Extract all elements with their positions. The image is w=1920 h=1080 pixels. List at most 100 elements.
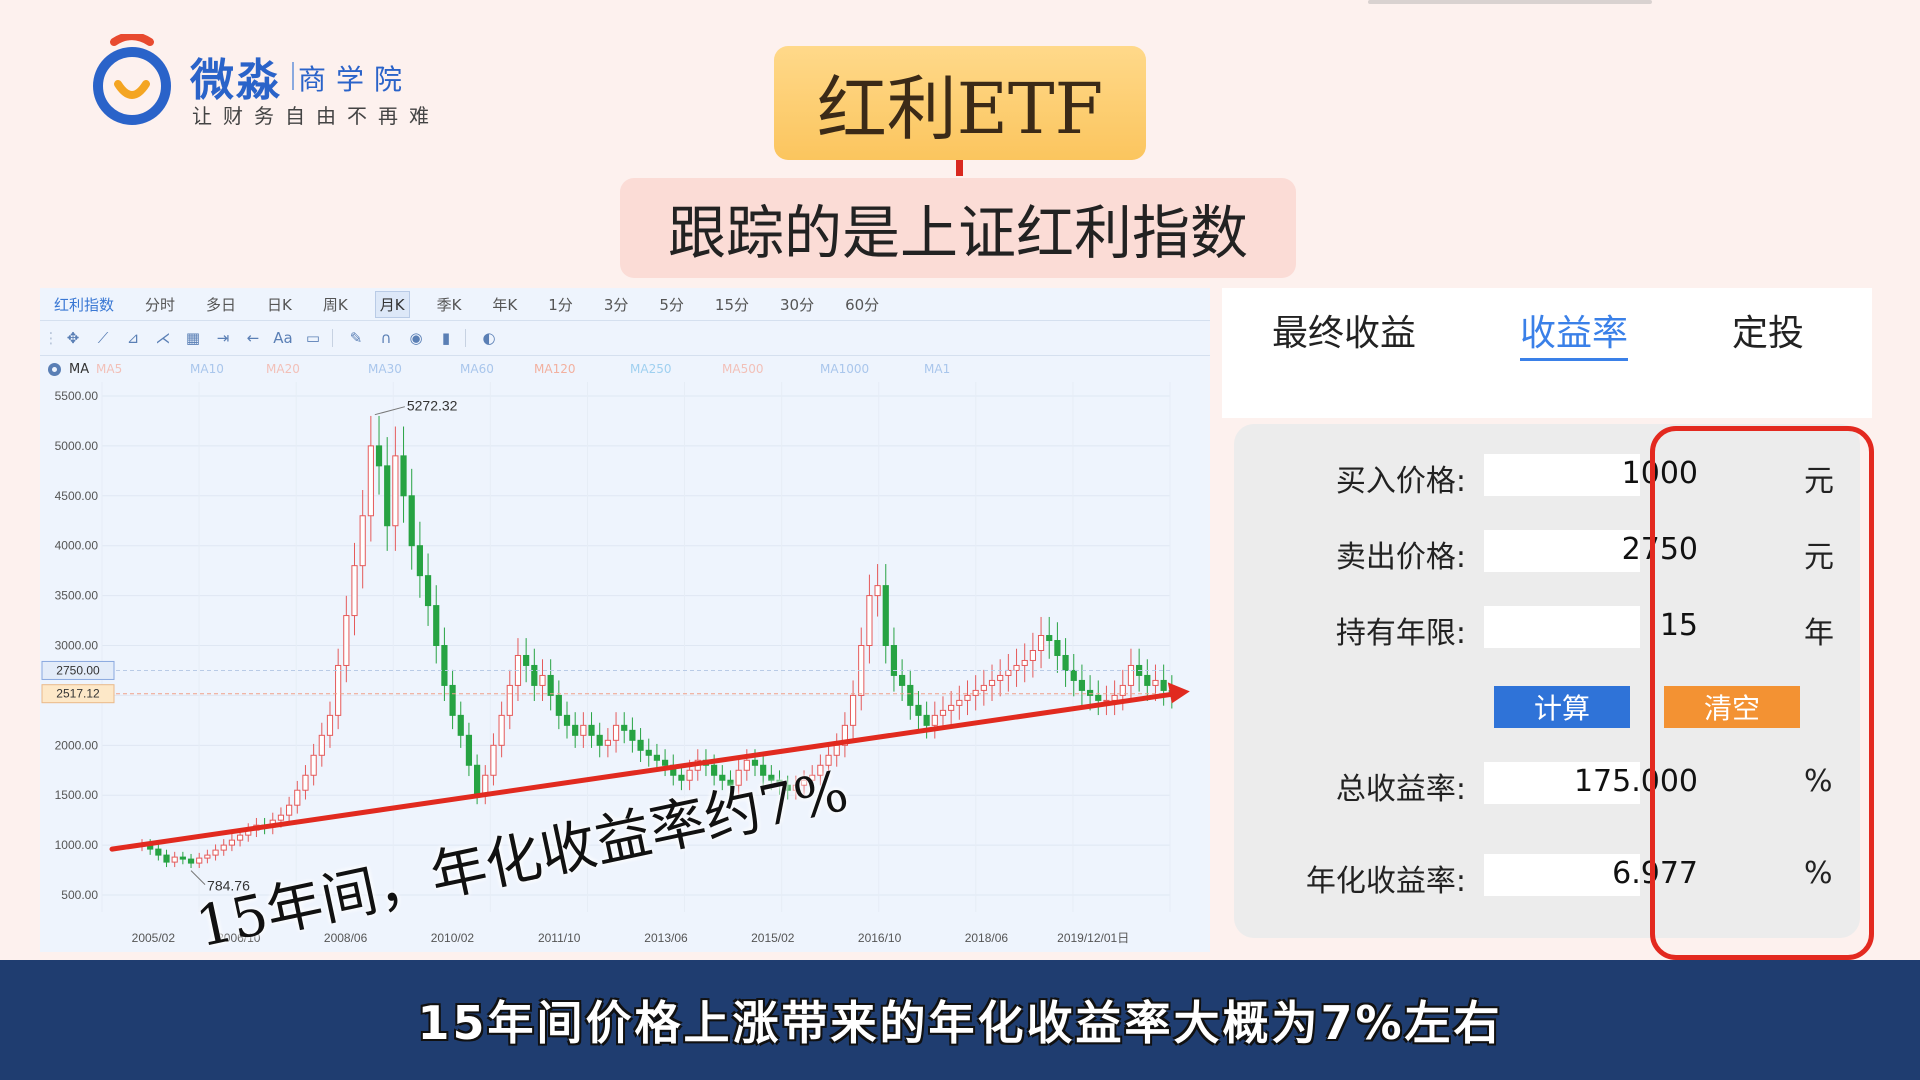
ma-item[interactable]: MA1 xyxy=(924,362,950,376)
candle-body xyxy=(539,674,546,686)
tab-return-rate[interactable]: 收益率 xyxy=(1520,304,1629,361)
candle-body xyxy=(286,804,293,816)
price-marker-label: 2517.12 xyxy=(56,687,100,701)
candle-body xyxy=(318,734,325,756)
candle-body xyxy=(866,595,873,647)
candle-body xyxy=(310,754,317,776)
candle-body xyxy=(661,759,669,766)
chart-tab[interactable]: 1分 xyxy=(544,292,577,317)
candle-body xyxy=(335,664,342,716)
title-text: 红利ETF xyxy=(816,67,1104,150)
toolbar-separator xyxy=(465,329,466,347)
chart-tab[interactable]: 年K xyxy=(488,292,521,317)
ma-item[interactable]: MA250 xyxy=(630,362,671,376)
price-marker-label: 2750.00 xyxy=(56,663,100,677)
chart-tab[interactable]: 60分 xyxy=(841,292,883,317)
comment-icon[interactable]: ▭ xyxy=(300,327,326,349)
text-tool-icon[interactable]: Aa xyxy=(270,327,296,349)
y-tick-label: 1000.00 xyxy=(55,838,99,852)
candle-body xyxy=(1070,669,1077,681)
logo-slogan: 让财务自由不再难 xyxy=(192,104,440,128)
candle-body xyxy=(964,694,971,701)
subtitle-box: 跟踪的是上证红利指数 xyxy=(620,178,1296,278)
trash-icon[interactable]: ▮ xyxy=(433,327,459,349)
candle-body xyxy=(972,689,979,696)
fib-tool-icon[interactable]: ▦ xyxy=(180,327,206,349)
holding-years-label: 持有年限: xyxy=(1335,616,1466,651)
ma-label: MA xyxy=(69,361,90,377)
candle-body xyxy=(474,764,481,796)
top-sliver xyxy=(1368,0,1652,4)
caption-bar: 15年间价格上涨带来的年化收益率大概为7%左右 xyxy=(0,960,1920,1080)
candle-body xyxy=(171,856,178,863)
chart-tab[interactable]: 周K xyxy=(319,292,352,317)
candle-body xyxy=(212,849,219,856)
magnet-icon[interactable]: ∩ xyxy=(373,327,399,349)
chart-tab[interactable]: 5分 xyxy=(655,292,688,317)
candle-body xyxy=(1021,659,1028,666)
ma-item[interactable]: MA5 xyxy=(96,362,122,376)
chart-tab[interactable]: 月K xyxy=(374,290,410,318)
candle-body xyxy=(343,615,350,666)
line-tool-icon[interactable]: ⟋ xyxy=(90,327,116,349)
tab-fixed-invest[interactable]: 定投 xyxy=(1732,304,1804,356)
candle-body xyxy=(351,565,358,617)
candle-body xyxy=(506,684,513,716)
candle-body xyxy=(457,714,464,736)
candle-body xyxy=(899,674,906,686)
range-tool-icon[interactable]: ⇥ xyxy=(210,327,236,349)
sell-price-field[interactable] xyxy=(1484,530,1640,572)
chart-tab[interactable]: 15分 xyxy=(711,292,753,317)
chart-tab[interactable]: 季K xyxy=(433,292,466,317)
crosshair-icon[interactable]: ✥ xyxy=(60,327,86,349)
trend-arrow-head xyxy=(1167,682,1190,704)
chart-tab[interactable]: 红利指数 xyxy=(50,292,118,317)
ma-item[interactable]: MA30 xyxy=(368,362,402,376)
holding-years-field[interactable] xyxy=(1484,606,1640,648)
tab-final-return[interactable]: 最终收益 xyxy=(1272,304,1416,356)
toolbar-grip-icon: ⋮ xyxy=(43,329,59,347)
candle-body xyxy=(375,445,383,467)
chart-tab[interactable]: 日K xyxy=(263,292,296,317)
pen-icon[interactable]: ✎ xyxy=(343,327,369,349)
candle-body xyxy=(490,744,497,776)
candle-body xyxy=(465,734,473,766)
candle-body xyxy=(645,749,652,756)
ma-item[interactable]: MA120 xyxy=(534,362,575,376)
ma-item[interactable]: MA1000 xyxy=(820,362,869,376)
ma-item[interactable]: MA60 xyxy=(460,362,494,376)
candle-body xyxy=(1144,674,1151,686)
y-tick-label: 500.00 xyxy=(61,888,98,902)
ma-item[interactable]: MA500 xyxy=(722,362,763,376)
candle-body xyxy=(163,854,170,863)
candle-body xyxy=(1013,664,1020,671)
candle-body xyxy=(1037,635,1045,651)
candle-body xyxy=(498,714,505,746)
ma-item[interactable]: MA10 xyxy=(190,362,224,376)
eye-icon[interactable]: ◉ xyxy=(403,327,429,349)
toggle-icon[interactable]: ◐ xyxy=(476,327,502,349)
y-tick-label: 4500.00 xyxy=(55,489,99,503)
calculate-button[interactable]: 计算 xyxy=(1494,686,1630,728)
ma-item[interactable]: MA20 xyxy=(266,362,300,376)
x-tick-label: 2018/06 xyxy=(965,931,1009,945)
candle-body xyxy=(1029,649,1036,661)
x-tick-label: 2015/02 xyxy=(751,931,795,945)
ma-radio-icon[interactable] xyxy=(48,362,61,376)
channel-tool-icon[interactable]: ⊿ xyxy=(120,327,146,349)
y-tick-label: 1500.00 xyxy=(55,788,99,802)
candle-body xyxy=(915,704,922,716)
title-connector xyxy=(956,160,963,176)
candle-body xyxy=(882,585,889,647)
candle-body xyxy=(155,848,162,856)
chart-tab[interactable]: 3分 xyxy=(600,292,633,317)
arrow-tool-icon[interactable]: ← xyxy=(240,327,266,349)
candle-body xyxy=(1160,679,1167,691)
candle-body xyxy=(531,664,538,686)
buy-price-field[interactable] xyxy=(1484,454,1640,496)
logo-sub: 商学院 xyxy=(298,58,412,98)
wave-tool-icon[interactable]: ⋌ xyxy=(150,327,176,349)
chart-tab[interactable]: 30分 xyxy=(776,292,818,317)
chart-tab[interactable]: 多日 xyxy=(202,292,240,317)
chart-tab[interactable]: 分时 xyxy=(141,292,179,317)
